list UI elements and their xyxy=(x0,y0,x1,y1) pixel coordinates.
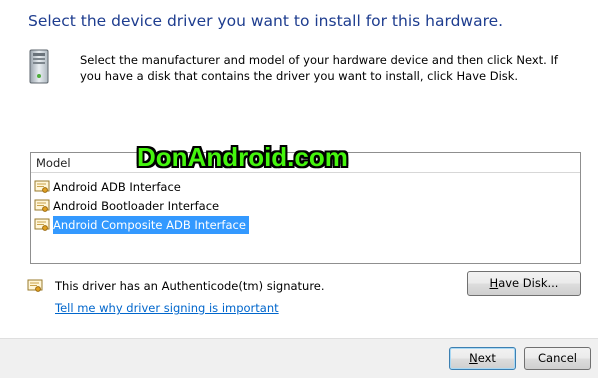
have-disk-mnemonic: H xyxy=(489,276,499,290)
list-item[interactable]: Android Bootloader Interface xyxy=(34,197,219,215)
list-item-label: Android Bootloader Interface xyxy=(53,199,220,213)
signature-status-text: This driver has an Authenticode(tm) sign… xyxy=(55,279,325,293)
next-label: ext xyxy=(477,351,496,365)
model-column-header-label: Model xyxy=(36,156,71,170)
watermark-text: DonAndroid.com xyxy=(137,142,348,172)
certificate-icon xyxy=(34,199,50,212)
certificate-icon xyxy=(27,279,43,292)
next-mnemonic: N xyxy=(469,351,478,365)
have-disk-button[interactable]: Have Disk... xyxy=(467,271,581,296)
list-item-label: Android ADB Interface xyxy=(53,180,181,194)
have-disk-label: ave Disk... xyxy=(498,276,559,290)
list-item[interactable]: Android ADB Interface xyxy=(34,178,181,196)
certificate-icon xyxy=(34,180,50,193)
page-heading: Select the device driver you want to ins… xyxy=(28,12,504,30)
list-item-label: Android Composite ADB Interface xyxy=(53,216,249,234)
next-button[interactable]: Next xyxy=(449,347,516,370)
model-list[interactable]: Model DonAndroid.com Android ADB Interfa… xyxy=(30,142,581,264)
certificate-icon xyxy=(34,218,50,231)
list-item-selected[interactable]: Android Composite ADB Interface xyxy=(34,216,249,234)
computer-tower-icon xyxy=(29,49,49,84)
cancel-label: Cancel xyxy=(538,351,577,365)
instructions-text: Select the manufacturer and model of you… xyxy=(80,53,558,83)
cancel-button[interactable]: Cancel xyxy=(524,347,591,370)
driver-signing-link[interactable]: Tell me why driver signing is important xyxy=(55,301,279,315)
